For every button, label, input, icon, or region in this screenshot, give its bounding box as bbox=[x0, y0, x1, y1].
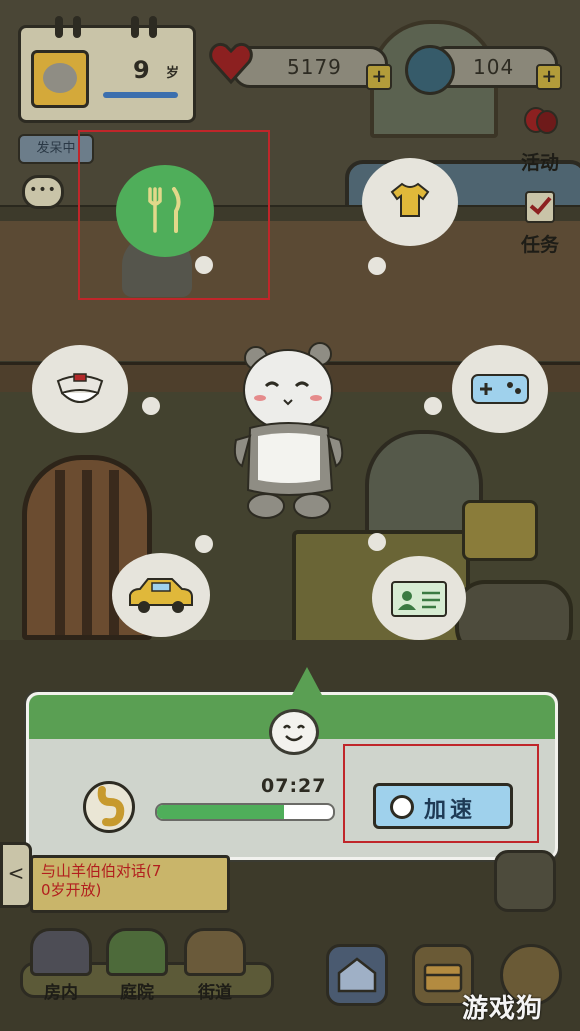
panel-pointer bbox=[291, 667, 323, 697]
study-bubble[interactable] bbox=[32, 345, 128, 433]
task-button[interactable]: 任务 bbox=[510, 190, 570, 257]
avatar[interactable] bbox=[31, 50, 89, 108]
quest-banner[interactable]: 与山羊伯伯对话(7 0岁开放) bbox=[30, 855, 230, 913]
nav-street-label: 街道 bbox=[198, 983, 232, 1003]
activity-button[interactable]: 活动 bbox=[510, 106, 570, 175]
nav-room[interactable]: 房内 bbox=[26, 928, 96, 1003]
food-bubble[interactable] bbox=[116, 165, 214, 257]
id-card-icon bbox=[391, 581, 447, 617]
hearts-value: 5179 bbox=[287, 55, 342, 79]
age-calendar[interactable]: 9 岁 bbox=[18, 16, 196, 123]
tshirt-icon bbox=[390, 182, 430, 217]
coins-value: 104 bbox=[473, 55, 515, 79]
house-icon bbox=[337, 957, 377, 993]
stomach-icon bbox=[83, 781, 135, 833]
panda-character[interactable] bbox=[228, 340, 356, 522]
add-hearts-button[interactable]: + bbox=[366, 64, 392, 90]
coin-icon bbox=[405, 45, 455, 95]
balloon-icon bbox=[524, 107, 558, 134]
signpost-icon bbox=[184, 928, 246, 976]
quest-collapse-button[interactable]: < bbox=[0, 842, 32, 908]
highlight-box-speed bbox=[343, 744, 539, 843]
nav-yard[interactable]: 庭院 bbox=[102, 928, 172, 1003]
quest-text-line1: 与山羊伯伯对话(7 bbox=[41, 862, 162, 880]
hat-icon bbox=[56, 373, 104, 403]
car-icon bbox=[129, 578, 193, 613]
hunger-progress-bar bbox=[155, 803, 335, 821]
watermark: 游戏狗 bbox=[462, 994, 544, 1024]
task-label: 任务 bbox=[520, 234, 559, 256]
countdown-timer: 07:27 bbox=[261, 775, 327, 797]
gamepad-icon bbox=[471, 374, 529, 404]
age-value: 9 bbox=[133, 56, 150, 84]
study-bubble-dot bbox=[142, 397, 160, 415]
travel-bubble-dot bbox=[195, 535, 213, 553]
settings-gear-button[interactable] bbox=[494, 850, 556, 912]
house-button[interactable] bbox=[326, 944, 388, 1006]
game-bubble[interactable] bbox=[452, 345, 548, 433]
clothes-bubble-dot bbox=[368, 257, 386, 275]
clothes-bubble[interactable] bbox=[362, 158, 458, 246]
fork-knife-icon bbox=[148, 187, 181, 233]
nav-street[interactable]: 街道 bbox=[180, 928, 250, 1003]
activity-label: 活动 bbox=[520, 152, 559, 174]
door-icon bbox=[30, 928, 92, 976]
heart-icon bbox=[209, 43, 253, 85]
game-bubble-dot bbox=[424, 397, 442, 415]
age-unit: 岁 bbox=[166, 66, 180, 81]
id-card-bubble[interactable] bbox=[372, 556, 466, 640]
hearts-counter: 5179 bbox=[232, 46, 388, 88]
checklist-icon bbox=[525, 191, 555, 223]
quest-text-line2: 0岁开放) bbox=[41, 881, 102, 899]
bush-icon bbox=[106, 928, 168, 976]
nav-room-label: 房内 bbox=[44, 983, 78, 1003]
folded-towel bbox=[462, 500, 538, 561]
age-progress-bar bbox=[103, 92, 178, 98]
travel-bubble[interactable] bbox=[112, 553, 210, 637]
add-coins-button[interactable]: + bbox=[536, 64, 562, 90]
chat-button[interactable]: ••• bbox=[22, 175, 64, 209]
food-bubble-dot bbox=[195, 256, 213, 274]
smile-face-icon bbox=[269, 709, 319, 755]
id-card-bubble-dot bbox=[368, 533, 386, 551]
hunger-progress-fill bbox=[157, 805, 284, 819]
panda-face-icon bbox=[43, 63, 77, 93]
nav-yard-label: 庭院 bbox=[120, 983, 154, 1003]
